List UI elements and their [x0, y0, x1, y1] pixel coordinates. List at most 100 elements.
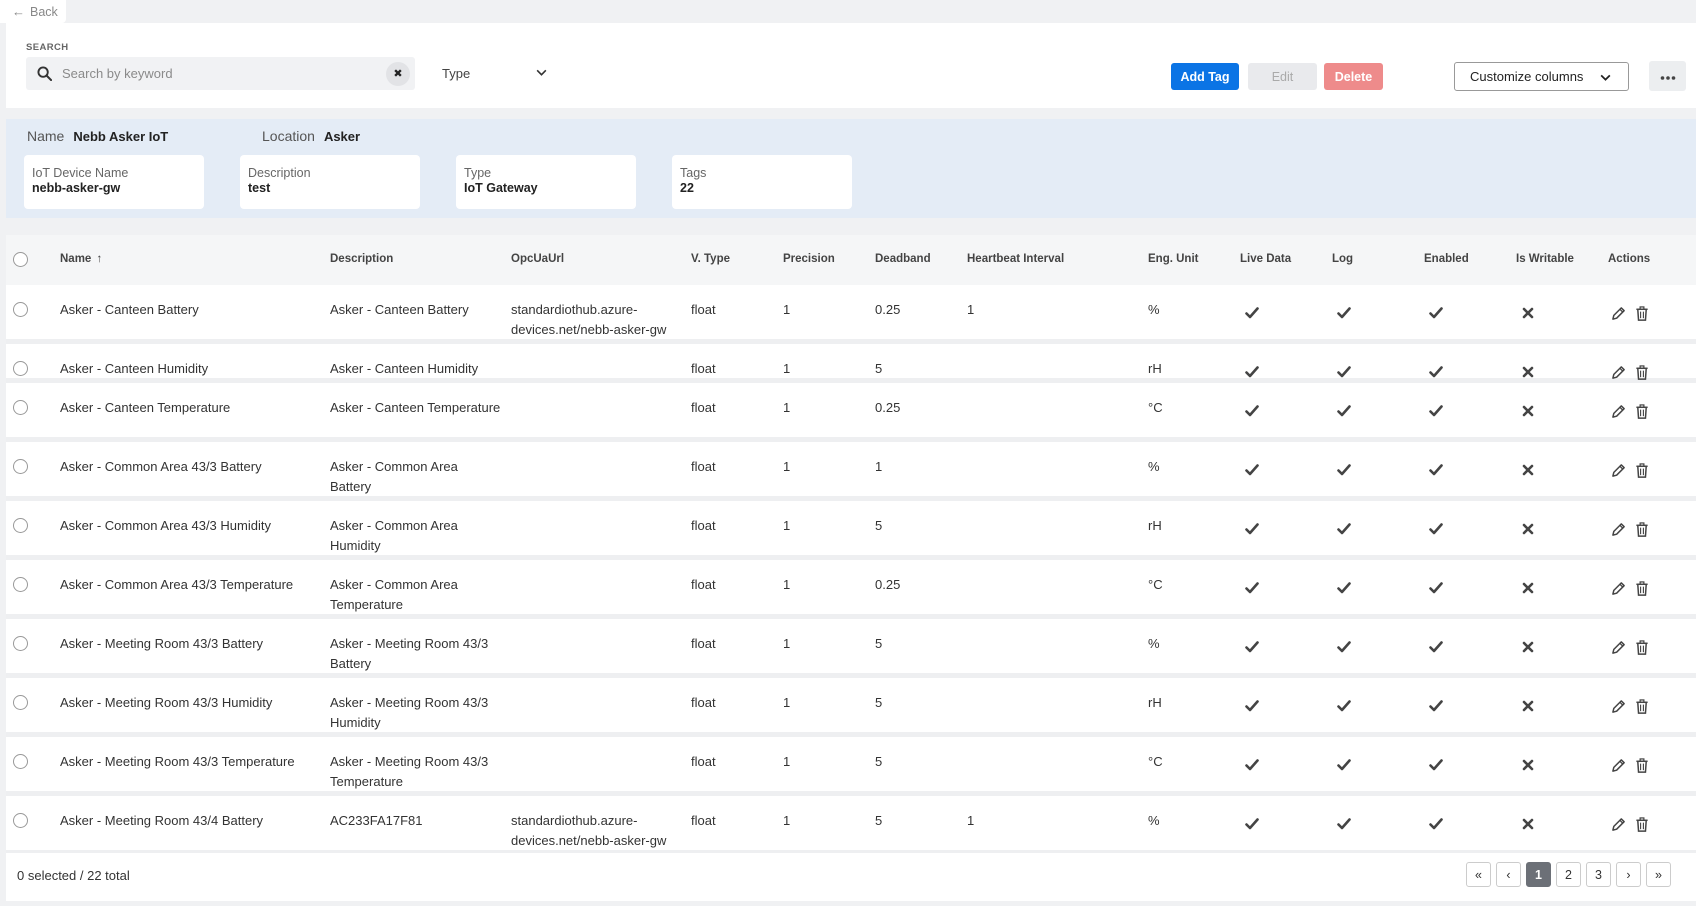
checkmark-icon	[1428, 403, 1444, 419]
search-box: ✖	[26, 57, 415, 90]
table-row[interactable]: Asker - Meeting Room 43/4 Battery AC233FA…	[6, 796, 1696, 855]
table-row[interactable]: Asker - Common Area 43/3 Battery Asker - …	[6, 442, 1696, 501]
edit-button[interactable]: Edit	[1248, 63, 1317, 90]
add-tag-button[interactable]: Add Tag	[1171, 63, 1239, 90]
next-page-button[interactable]: ›	[1616, 862, 1641, 887]
checkmark-icon	[1336, 305, 1352, 321]
row-select-radio[interactable]	[13, 754, 28, 769]
edit-pencil-icon[interactable]	[1610, 816, 1626, 832]
back-button[interactable]: ← Back	[0, 0, 66, 23]
edit-pencil-icon[interactable]	[1610, 364, 1626, 380]
type-filter-label: Type	[442, 66, 471, 81]
table-row[interactable]: Asker - Canteen Battery Asker - Canteen B…	[6, 285, 1696, 344]
select-all-radio[interactable]	[13, 252, 28, 267]
cell-deadband: 0.25	[875, 302, 901, 317]
cross-icon	[1520, 816, 1536, 832]
row-select-radio[interactable]	[13, 813, 28, 828]
info-card-type: Type IoT Gateway	[456, 155, 636, 209]
cell-description: AC233FA17F81	[330, 813, 423, 828]
edit-pencil-icon[interactable]	[1610, 403, 1626, 419]
trash-icon[interactable]	[1634, 403, 1650, 419]
page-button-2[interactable]: 2	[1556, 862, 1581, 887]
row-select-radio[interactable]	[13, 695, 28, 710]
edit-pencil-icon[interactable]	[1610, 580, 1626, 596]
column-header-live-data[interactable]: Live Data	[1240, 253, 1291, 265]
search-input[interactable]	[62, 57, 386, 90]
column-header-heartbeat[interactable]: Heartbeat Interval	[967, 253, 1064, 265]
delete-button[interactable]: Delete	[1324, 63, 1383, 90]
column-header-unit[interactable]: Eng. Unit	[1148, 253, 1198, 265]
column-header-description[interactable]: Description	[330, 253, 393, 265]
trash-icon[interactable]	[1634, 698, 1650, 714]
trash-icon[interactable]	[1634, 757, 1650, 773]
customize-columns-button[interactable]: Customize columns	[1454, 62, 1629, 91]
cell-name: Asker - Common Area 43/3 Humidity	[60, 518, 271, 533]
table-row[interactable]: Asker - Meeting Room 43/3 Temperature Ask…	[6, 737, 1696, 796]
first-page-button[interactable]: «	[1466, 862, 1491, 887]
edit-pencil-icon[interactable]	[1610, 639, 1626, 655]
page-button-3[interactable]: 3	[1586, 862, 1611, 887]
checkmark-icon	[1244, 521, 1260, 537]
last-page-button[interactable]: »	[1646, 862, 1671, 887]
row-select-radio[interactable]	[13, 361, 28, 376]
card-value: IoT Gateway	[464, 181, 538, 195]
table-row[interactable]: Asker - Canteen Humidity Asker - Canteen …	[6, 344, 1696, 383]
edit-pencil-icon[interactable]	[1610, 462, 1626, 478]
row-select-radio[interactable]	[13, 459, 28, 474]
checkmark-icon	[1428, 757, 1444, 773]
row-select-radio[interactable]	[13, 518, 28, 533]
column-header-precision[interactable]: Precision	[783, 253, 835, 265]
checkmark-icon	[1428, 364, 1444, 380]
row-select-radio[interactable]	[13, 302, 28, 317]
trash-icon[interactable]	[1634, 364, 1650, 380]
cell-deadband: 0.25	[875, 577, 901, 592]
column-header-opcuaurl[interactable]: OpcUaUrl	[511, 253, 564, 265]
column-header-writable[interactable]: Is Writable	[1516, 253, 1574, 265]
type-filter-dropdown[interactable]: Type	[436, 57, 566, 90]
cell-description: Asker - Common Area Temperature	[330, 577, 458, 612]
trash-icon[interactable]	[1634, 462, 1650, 478]
column-header-name[interactable]: Name ↑	[60, 253, 102, 265]
checkmark-icon	[1428, 305, 1444, 321]
column-header-vtype[interactable]: V. Type	[691, 253, 730, 265]
trash-icon[interactable]	[1634, 305, 1650, 321]
trash-icon[interactable]	[1634, 639, 1650, 655]
cell-precision: 1	[783, 361, 791, 376]
column-header-log[interactable]: Log	[1332, 253, 1353, 265]
edit-pencil-icon[interactable]	[1610, 698, 1626, 714]
edit-pencil-icon[interactable]	[1610, 521, 1626, 537]
checkmark-icon	[1244, 364, 1260, 380]
edit-pencil-icon[interactable]	[1610, 305, 1626, 321]
cell-unit: °C	[1148, 577, 1163, 592]
page-button-1[interactable]: 1	[1526, 862, 1551, 887]
table-row[interactable]: Asker - Common Area 43/3 Humidity Asker -…	[6, 501, 1696, 560]
cell-name: Asker - Canteen Battery	[60, 302, 199, 317]
checkmark-icon	[1244, 757, 1260, 773]
trash-icon[interactable]	[1634, 521, 1650, 537]
more-options-button[interactable]	[1649, 61, 1686, 91]
row-select-radio[interactable]	[13, 577, 28, 592]
clear-search-icon[interactable]: ✖	[386, 61, 410, 86]
cell-precision: 1	[783, 754, 791, 769]
card-value: 22	[680, 181, 694, 195]
checkmark-icon	[1244, 462, 1260, 478]
back-label: Back	[30, 4, 58, 19]
column-header-deadband[interactable]: Deadband	[875, 253, 931, 265]
table-row[interactable]: Asker - Meeting Room 43/3 Battery Asker -…	[6, 619, 1696, 678]
cross-icon	[1520, 757, 1536, 773]
cell-deadband: 5	[875, 636, 883, 651]
cell-vtype: float	[691, 361, 716, 376]
customize-columns-label: Customize columns	[1470, 69, 1584, 84]
table-row[interactable]: Asker - Meeting Room 43/3 Humidity Asker …	[6, 678, 1696, 737]
info-card-description: Description test	[240, 155, 420, 209]
row-select-radio[interactable]	[13, 400, 28, 415]
table-row[interactable]: Asker - Canteen Temperature Asker - Cante…	[6, 383, 1696, 442]
prev-page-button[interactable]: ‹	[1496, 862, 1521, 887]
table-row[interactable]: Asker - Common Area 43/3 Temperature Aske…	[6, 560, 1696, 619]
edit-pencil-icon[interactable]	[1610, 757, 1626, 773]
trash-icon[interactable]	[1634, 816, 1650, 832]
row-select-radio[interactable]	[13, 636, 28, 651]
cell-precision: 1	[783, 813, 791, 828]
column-header-enabled[interactable]: Enabled	[1424, 253, 1469, 265]
trash-icon[interactable]	[1634, 580, 1650, 596]
